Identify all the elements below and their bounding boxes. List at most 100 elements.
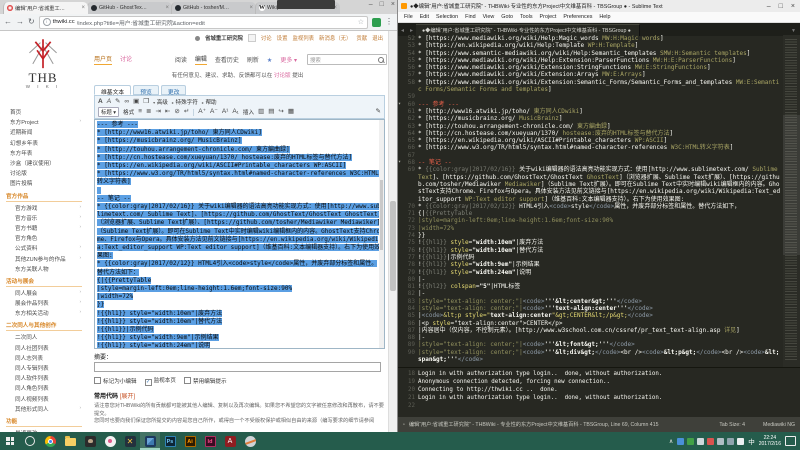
sidebar-item[interactable]: 首页 — [0, 107, 86, 117]
menu-item[interactable]: File — [404, 14, 413, 20]
italic-icon[interactable]: A — [107, 99, 111, 106]
indesign-icon[interactable]: Id — [200, 432, 220, 450]
sidebar-item[interactable]: 官方音乐› — [0, 213, 86, 223]
status-icon[interactable]: ▫ — [403, 422, 405, 428]
status-syntax[interactable]: Mediawiki NG — [763, 422, 795, 428]
address-bar[interactable]: i thwiki.cc /index.php?title=用户:省城重工研究院&… — [39, 16, 368, 29]
page-tab[interactable]: 讨论 — [120, 54, 132, 65]
embed-image-icon[interactable]: ▣ — [133, 99, 139, 106]
search-icon[interactable] — [378, 57, 384, 63]
close-icon[interactable]: × — [791, 3, 795, 10]
special-chars-dropdown[interactable]: ▸ 特殊字符 — [172, 98, 198, 106]
sidebar-item[interactable]: 沙盒（建议使用） — [0, 158, 86, 168]
page-action-tab[interactable]: 刷新 — [247, 55, 259, 65]
thbwiki-logo[interactable]: THB W I K I — [0, 31, 86, 107]
page-action-tab[interactable]: 阅读 — [175, 55, 187, 65]
x-app-icon[interactable]: ✕ — [120, 432, 140, 450]
sidebar-item[interactable]: 同人志列表 — [0, 353, 86, 363]
tab-close-icon[interactable]: × — [165, 5, 169, 11]
signature-icon[interactable]: ✎ — [115, 99, 120, 106]
scrollbar-thumb[interactable] — [390, 201, 396, 291]
picture-icon[interactable]: ▥ — [258, 109, 264, 116]
superscript-icon[interactable]: A¹ — [222, 109, 229, 116]
page-info-icon[interactable]: i — [43, 18, 51, 26]
newline-icon[interactable]: ↵ — [184, 109, 189, 116]
bookmark-star-icon[interactable]: ☆ — [358, 18, 364, 26]
chrome-tab[interactable]: 编辑“用户:省城重工…× — [3, 2, 88, 14]
search-input[interactable]: 搜索 — [307, 54, 387, 65]
chrome-tab[interactable]: GitHub - tosher/M…× — [171, 2, 256, 14]
reload-icon[interactable]: ↻ — [28, 18, 35, 26]
maximize-icon[interactable]: □ — [380, 1, 384, 8]
tray-icon[interactable] — [737, 438, 744, 445]
sidebar-item[interactable]: 讨论版 — [0, 168, 86, 178]
outdent-icon[interactable]: ⇤ — [165, 109, 170, 116]
checkbox-icon[interactable] — [184, 377, 191, 384]
sidebar-item[interactable]: 东方关联人物 — [0, 264, 86, 274]
back-icon[interactable]: ← — [4, 18, 12, 26]
sidebar-item[interactable]: 同人角色列表 — [0, 383, 86, 393]
sublime-editor[interactable]: 52* [https://www.mediawiki.org/wiki/Help… — [398, 35, 800, 367]
edit-tab[interactable]: 维基文本 — [94, 85, 131, 95]
bold-icon[interactable]: A — [98, 99, 103, 106]
indent-icon[interactable]: ⇥ — [155, 109, 160, 116]
edit-tab[interactable]: 预览 — [133, 85, 159, 95]
menu-item[interactable]: View — [483, 14, 495, 20]
menu-item[interactable]: Find — [465, 14, 476, 20]
reference-icon[interactable]: ❒ — [143, 99, 149, 106]
browser-scrollbar[interactable] — [388, 31, 397, 432]
ime-indicator[interactable]: 中 — [748, 436, 755, 446]
sidebar-item[interactable]: 同人展会› — [0, 288, 86, 298]
sidebar-item[interactable]: 其他ZUN参与的作品› — [0, 253, 86, 263]
tray-icon[interactable] — [707, 438, 714, 445]
sidebar-item[interactable]: 官方角色 — [0, 233, 86, 243]
sidebar-item[interactable]: 东方相关活动› — [0, 308, 86, 318]
sidebar-item[interactable]: 同人专辑列表 — [0, 363, 86, 373]
menu-item[interactable]: Edit — [420, 14, 429, 20]
tab-close-icon[interactable]: × — [249, 5, 253, 11]
edit-option-checkbox[interactable]: 标记为小编辑 — [94, 377, 137, 385]
menu-item[interactable]: Selection — [436, 14, 458, 20]
file-explorer-icon[interactable] — [60, 432, 80, 450]
checkbox-icon[interactable]: ✓ — [145, 379, 152, 386]
illustrator-icon[interactable]: Ai — [180, 432, 200, 450]
edit-option-checkbox[interactable]: 禁用编辑提示 — [184, 377, 227, 385]
photoshop-icon[interactable]: Ps — [160, 432, 180, 450]
planet-app-icon[interactable] — [240, 432, 260, 450]
bullet-list-icon[interactable]: ≡ — [138, 109, 142, 116]
textarea-scrollbar[interactable] — [379, 120, 384, 348]
tray-expand-icon[interactable]: ∧ — [669, 438, 673, 445]
help-dropdown[interactable]: ▸ 帮助 — [202, 98, 217, 106]
sidebar-item[interactable]: 同人社团列表 — [0, 343, 86, 353]
cortana-icon[interactable] — [20, 432, 40, 450]
edit-tab[interactable]: 更改 — [161, 85, 187, 95]
action-center-icon[interactable] — [785, 436, 796, 446]
edit-pencil-icon[interactable]: ✎ — [376, 109, 381, 116]
sidebar-item[interactable]: 公式资料› — [0, 243, 86, 253]
extension-icon[interactable] — [372, 18, 381, 27]
menu-item[interactable]: Preferences — [563, 14, 592, 20]
fold-arrow-icon[interactable]: ▾ — [398, 101, 401, 108]
notice-talk-link[interactable]: 讨论版 — [274, 73, 291, 79]
media-app-icon[interactable] — [100, 432, 120, 450]
sidebar-item[interactable]: 图片投稿 — [0, 178, 86, 188]
edit-option-checkbox[interactable]: ✓监视本页 — [145, 376, 176, 386]
small-text-icon[interactable]: A⁻ — [210, 109, 218, 116]
wikitext-textarea[interactable]: --- 参考 ---* [http://www16.atwiki.jp/toho… — [94, 119, 385, 349]
redirect-icon[interactable]: ↪ — [278, 109, 283, 116]
big-text-icon[interactable]: A⁺ — [198, 109, 206, 116]
link-icon[interactable]: ∞ — [125, 99, 130, 106]
menu-item[interactable]: Help — [599, 14, 610, 20]
dark-app-icon[interactable] — [80, 432, 100, 450]
summary-input[interactable] — [94, 362, 381, 372]
sidebar-item[interactable]: 同人视频列表 — [0, 394, 86, 404]
tray-icon[interactable] — [687, 438, 694, 445]
sidebar-item[interactable]: 二次同人 — [0, 332, 86, 342]
fold-arrow-icon[interactable]: ▾ — [398, 159, 401, 166]
nowiki-icon[interactable]: ⊘ — [174, 109, 179, 116]
sidebar-item[interactable]: 官方书籍› — [0, 223, 86, 233]
taskbar-clock[interactable]: 22:24 2017/2/16 — [759, 435, 781, 447]
page-action-tab[interactable]: 更多 ▾ — [280, 55, 297, 65]
sidebar-item[interactable]: 展会作品列表› — [0, 298, 86, 308]
media-icon[interactable]: ▤ — [268, 109, 274, 116]
